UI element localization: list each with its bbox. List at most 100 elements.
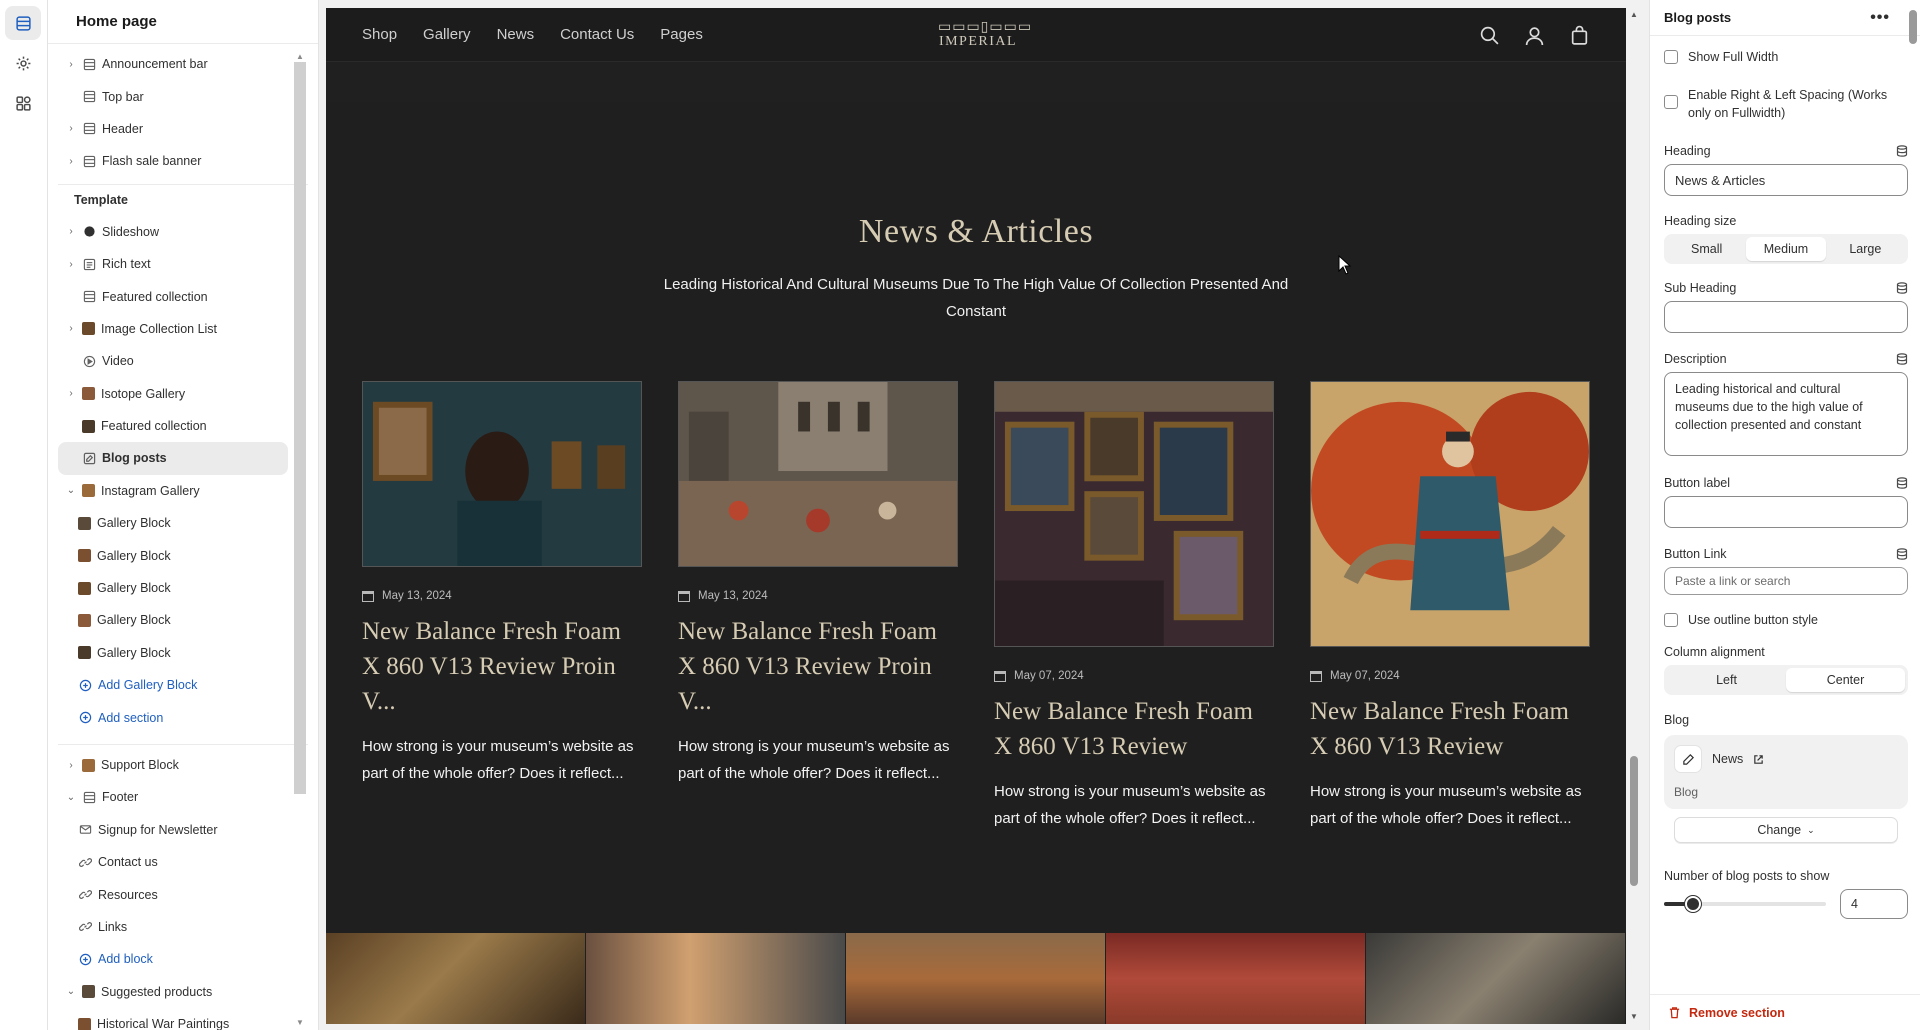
gallery-block-item[interactable]: Gallery Block bbox=[58, 507, 288, 539]
store-logo[interactable]: ▭▭▭▯▭▭▭ IMPERIAL bbox=[938, 18, 1031, 52]
post-title[interactable]: New Balance Fresh Foam X 860 V13 Review … bbox=[362, 614, 642, 719]
gallery-block-item[interactable]: Gallery Block bbox=[58, 604, 288, 636]
gallery-image[interactable] bbox=[1366, 933, 1626, 1024]
chevron-down-icon[interactable]: ⌄ bbox=[64, 986, 78, 997]
slider-handle[interactable] bbox=[1685, 896, 1702, 912]
section-item[interactable]: › Header bbox=[58, 113, 288, 145]
outline-button-checkbox[interactable]: Use outline button style bbox=[1664, 611, 1908, 629]
section-item[interactable]: › Announcement bar bbox=[58, 48, 288, 80]
nav-link-gallery[interactable]: Gallery bbox=[423, 26, 471, 43]
chevron-right-icon[interactable]: › bbox=[64, 59, 78, 70]
preview-scrollbar[interactable]: ▲ ▼ bbox=[1626, 8, 1642, 1024]
scrollbar-thumb[interactable] bbox=[294, 62, 306, 794]
chevron-right-icon[interactable]: › bbox=[64, 156, 78, 167]
sub-heading-input[interactable] bbox=[1664, 301, 1908, 333]
post-image[interactable] bbox=[678, 381, 958, 567]
nav-link-news[interactable]: News bbox=[497, 26, 535, 43]
heading-input[interactable]: News & Articles bbox=[1664, 164, 1908, 196]
gallery-image[interactable] bbox=[1106, 933, 1366, 1024]
post-image[interactable] bbox=[994, 381, 1274, 647]
gallery-image[interactable] bbox=[586, 933, 846, 1024]
external-link-icon[interactable] bbox=[1753, 754, 1764, 765]
search-icon[interactable] bbox=[1479, 25, 1500, 46]
alignment-left[interactable]: Left bbox=[1667, 668, 1786, 692]
account-icon[interactable] bbox=[1524, 25, 1545, 46]
section-item[interactable]: ⌄ Instagram Gallery bbox=[58, 475, 288, 507]
section-item[interactable]: Blog posts bbox=[58, 442, 288, 475]
scroll-down-icon[interactable]: ▼ bbox=[296, 1018, 304, 1027]
post-image[interactable] bbox=[362, 381, 642, 567]
description-textarea[interactable]: Leading historical and cultural museums … bbox=[1664, 372, 1908, 456]
scrollbar-thumb[interactable] bbox=[1630, 756, 1638, 886]
scroll-up-icon[interactable]: ▲ bbox=[296, 52, 304, 61]
posts-count-slider[interactable]: 4 bbox=[1664, 889, 1908, 919]
section-item[interactable]: › Support Block bbox=[58, 749, 288, 781]
chevron-right-icon[interactable]: › bbox=[64, 226, 78, 237]
heading-size-medium[interactable]: Medium bbox=[1746, 237, 1826, 261]
section-item[interactable]: › Rich text bbox=[58, 248, 288, 280]
scroll-up-icon[interactable]: ▲ bbox=[1630, 10, 1638, 19]
edit-icon[interactable] bbox=[1674, 745, 1702, 773]
nav-link-pages[interactable]: Pages bbox=[660, 26, 703, 43]
blog-posts-section[interactable]: News & Articles Leading Historical And C… bbox=[326, 103, 1626, 933]
chevron-down-icon[interactable]: ⌄ bbox=[64, 485, 78, 496]
add-block-button[interactable]: Add block bbox=[58, 943, 288, 975]
section-item[interactable]: Video bbox=[58, 345, 288, 377]
blog-card[interactable]: May 07, 2024 New Balance Fresh Foam X 86… bbox=[994, 381, 1274, 832]
chevron-right-icon[interactable]: › bbox=[64, 259, 78, 270]
spacing-checkbox[interactable]: Enable Right & Left Spacing (Works only … bbox=[1664, 86, 1908, 122]
blog-card[interactable]: May 13, 2024 New Balance Fresh Foam X 86… bbox=[362, 381, 642, 787]
change-blog-button[interactable]: Change ⌄ bbox=[1674, 817, 1898, 843]
sections-icon[interactable] bbox=[5, 6, 41, 40]
section-item[interactable]: › Slideshow bbox=[58, 216, 288, 248]
show-full-width-checkbox[interactable]: Show Full Width bbox=[1664, 48, 1908, 66]
button-label-input[interactable] bbox=[1664, 496, 1908, 528]
sidebar-scrollbar[interactable]: ▲ ▼ bbox=[294, 52, 306, 1027]
more-icon[interactable]: ••• bbox=[1870, 9, 1890, 27]
heading-size-large[interactable]: Large bbox=[1826, 237, 1905, 261]
add-section-button[interactable]: Add section bbox=[58, 701, 288, 733]
section-item[interactable]: › Flash sale banner bbox=[58, 145, 288, 177]
checkbox-icon[interactable] bbox=[1664, 95, 1678, 109]
blog-card[interactable]: May 13, 2024 New Balance Fresh Foam X 86… bbox=[678, 381, 958, 787]
footer-block-item[interactable]: Resources bbox=[58, 878, 288, 910]
footer-block-item[interactable]: Contact us bbox=[58, 846, 288, 878]
blog-name-link[interactable]: News bbox=[1712, 752, 1743, 766]
section-item[interactable]: Featured collection bbox=[58, 280, 288, 312]
post-title[interactable]: New Balance Fresh Foam X 860 V13 Review bbox=[994, 694, 1274, 764]
section-item[interactable]: Featured collection bbox=[58, 410, 288, 442]
alignment-center[interactable]: Center bbox=[1786, 668, 1905, 692]
add-gallery-block-button[interactable]: Add Gallery Block bbox=[58, 669, 288, 701]
gallery-block-item[interactable]: Gallery Block bbox=[58, 539, 288, 571]
posts-count-input[interactable]: 4 bbox=[1840, 889, 1908, 919]
post-title[interactable]: New Balance Fresh Foam X 860 V13 Review … bbox=[678, 614, 958, 719]
product-block-item[interactable]: Historical War Paintings bbox=[58, 1008, 288, 1030]
footer-block-item[interactable]: Signup for Newsletter bbox=[58, 814, 288, 846]
section-item[interactable]: Top bar bbox=[58, 80, 288, 112]
checkbox-icon[interactable] bbox=[1664, 613, 1678, 627]
footer-block-item[interactable]: Links bbox=[58, 911, 288, 943]
remove-section-button[interactable]: Remove section bbox=[1650, 994, 1920, 1030]
nav-link-contact[interactable]: Contact Us bbox=[560, 26, 634, 43]
chevron-right-icon[interactable]: › bbox=[64, 388, 78, 399]
nav-link-shop[interactable]: Shop bbox=[362, 26, 397, 43]
button-link-input[interactable]: Paste a link or search bbox=[1664, 567, 1908, 595]
panel-scrollbar[interactable] bbox=[1906, 0, 1920, 994]
gallery-image[interactable] bbox=[846, 933, 1106, 1024]
gear-icon[interactable] bbox=[5, 46, 41, 80]
section-item[interactable]: ⌄ Footer bbox=[58, 781, 288, 813]
chevron-right-icon[interactable]: › bbox=[64, 323, 78, 334]
gallery-block-item[interactable]: Gallery Block bbox=[58, 572, 288, 604]
blog-card[interactable]: May 07, 2024 New Balance Fresh Foam X 86… bbox=[1310, 381, 1590, 832]
chevron-right-icon[interactable]: › bbox=[64, 123, 78, 134]
scrollbar-thumb[interactable] bbox=[1909, 10, 1917, 44]
section-item[interactable]: › Image Collection List bbox=[58, 313, 288, 345]
apps-icon[interactable] bbox=[5, 86, 41, 120]
section-item[interactable]: ⌄ Suggested products bbox=[58, 976, 288, 1008]
heading-size-small[interactable]: Small bbox=[1667, 237, 1746, 261]
chevron-right-icon[interactable]: › bbox=[64, 760, 78, 771]
gallery-image[interactable] bbox=[326, 933, 586, 1024]
checkbox-icon[interactable] bbox=[1664, 50, 1678, 64]
post-image[interactable] bbox=[1310, 381, 1590, 647]
post-title[interactable]: New Balance Fresh Foam X 860 V13 Review bbox=[1310, 694, 1590, 764]
